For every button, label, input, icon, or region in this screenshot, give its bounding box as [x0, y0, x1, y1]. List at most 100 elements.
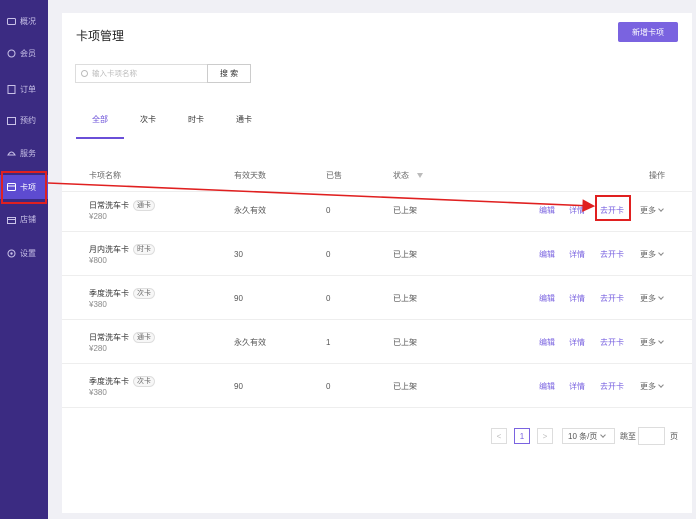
search-icon: [81, 70, 88, 77]
table-row: 月内洗车卡 时卡 ¥800 30 0 已上架 编辑 详情 去开卡 更多: [62, 232, 692, 276]
more-label: 更多: [640, 249, 656, 259]
more-label: 更多: [640, 337, 656, 347]
issue-card-link[interactable]: 去开卡: [600, 232, 624, 276]
chevron-down-icon: [658, 337, 664, 344]
more-label: 更多: [640, 293, 656, 303]
card-name: 日常洗车卡: [89, 200, 129, 210]
card-type-tag: 通卡: [133, 331, 155, 343]
card-name: 季度洗车卡: [89, 288, 129, 298]
page-unit-label: 页: [670, 432, 678, 441]
sidebar-item-label: 订单: [20, 84, 36, 94]
valid-days: 永久有效: [234, 205, 266, 215]
edit-link[interactable]: 编辑: [539, 232, 555, 276]
detail-link[interactable]: 详情: [569, 232, 585, 276]
card-type-tag: 通卡: [133, 199, 155, 211]
sidebar-item-overview[interactable]: 概况: [0, 9, 48, 33]
chevron-down-icon: [658, 381, 664, 388]
valid-days: 90: [234, 381, 243, 391]
card-type-tag: 次卡: [133, 287, 155, 299]
card-name-cell: 季度洗车卡 次卡 ¥380: [89, 276, 155, 320]
card-name: 月内洗车卡: [89, 244, 129, 254]
sidebar-item-label: 设置: [20, 248, 36, 258]
detail-link[interactable]: 详情: [569, 188, 585, 232]
issue-card-link[interactable]: 去开卡: [600, 276, 624, 320]
card-name: 日常洗车卡: [89, 332, 129, 342]
sidebar-item-card[interactable]: 卡项: [0, 175, 48, 199]
status: 已上架: [393, 381, 417, 391]
status: 已上架: [393, 293, 417, 303]
next-page-button[interactable]: >: [537, 428, 553, 444]
more-dropdown[interactable]: 更多: [640, 364, 664, 408]
sidebar-item-reservation[interactable]: 预约: [0, 108, 48, 132]
filter-icon[interactable]: [417, 172, 423, 178]
issue-card-link[interactable]: 去开卡: [600, 188, 624, 232]
valid-days: 30: [234, 249, 243, 259]
sidebar-item-service[interactable]: 服务: [0, 141, 48, 165]
more-dropdown[interactable]: 更多: [640, 232, 664, 276]
card-name-cell: 日常洗车卡 通卡 ¥280: [89, 320, 155, 364]
chevron-down-icon: [600, 431, 607, 438]
sidebar-item-label: 会员: [20, 48, 36, 58]
card-icon: [6, 182, 16, 192]
member-icon: [6, 48, 16, 58]
card-price: ¥280: [89, 343, 107, 353]
detail-link[interactable]: 详情: [569, 364, 585, 408]
tab-general-card[interactable]: 通卡: [236, 114, 252, 125]
sidebar-item-shop[interactable]: 店铺: [0, 207, 48, 231]
sidebar-item-member[interactable]: 会员: [0, 41, 48, 65]
edit-link[interactable]: 编辑: [539, 364, 555, 408]
status: 已上架: [393, 249, 417, 259]
card-price: ¥800: [89, 255, 107, 265]
more-label: 更多: [640, 381, 656, 391]
edit-link[interactable]: 编辑: [539, 188, 555, 232]
shop-icon: [6, 214, 16, 224]
sidebar-item-label: 预约: [20, 115, 36, 125]
tab-all[interactable]: 全部: [92, 114, 108, 125]
detail-link[interactable]: 详情: [569, 320, 585, 364]
more-dropdown[interactable]: 更多: [640, 276, 664, 320]
valid-days: 90: [234, 293, 243, 303]
prev-page-button[interactable]: <: [491, 428, 507, 444]
status: 已上架: [393, 205, 417, 215]
col-status: 状态: [393, 158, 423, 192]
search-button[interactable]: 搜 索: [207, 64, 251, 83]
valid-days: 永久有效: [234, 337, 266, 347]
card-name-cell: 季度洗车卡 次卡 ¥380: [89, 364, 155, 408]
chevron-down-icon: [658, 293, 664, 300]
card-type-tag: 次卡: [133, 375, 155, 387]
chevron-down-icon: [658, 249, 664, 256]
edit-link[interactable]: 编辑: [539, 320, 555, 364]
page-size-select[interactable]: 10 条/页: [562, 428, 615, 444]
col-sold: 已售: [326, 170, 342, 180]
search-input[interactable]: 输入卡项名称: [75, 64, 207, 83]
sold-count: 0: [326, 381, 331, 391]
tab-time-card[interactable]: 时卡: [188, 114, 204, 125]
add-card-button[interactable]: 新增卡项: [618, 22, 678, 42]
more-dropdown[interactable]: 更多: [640, 188, 664, 232]
chevron-down-icon: [658, 205, 664, 212]
issue-card-link[interactable]: 去开卡: [600, 364, 624, 408]
page-number-current[interactable]: 1: [514, 428, 530, 444]
sold-count: 0: [326, 249, 331, 259]
reservation-icon: [6, 115, 16, 125]
goto-page-input[interactable]: [638, 427, 665, 445]
card-price: ¥280: [89, 211, 107, 221]
search-placeholder: 输入卡项名称: [92, 69, 137, 78]
table-row: 季度洗车卡 次卡 ¥380 90 0 已上架 编辑 详情 去开卡 更多: [62, 276, 692, 320]
card-name: 季度洗车卡: [89, 376, 129, 386]
status: 已上架: [393, 337, 417, 347]
col-name: 卡项名称: [89, 170, 121, 180]
col-ops: 操作: [649, 170, 665, 180]
sidebar-item-order[interactable]: 订单: [0, 77, 48, 101]
detail-link[interactable]: 详情: [569, 276, 585, 320]
sidebar-item-label: 卡项: [20, 182, 36, 192]
col-valid-days: 有效天数: [234, 170, 266, 180]
edit-link[interactable]: 编辑: [539, 276, 555, 320]
card-price: ¥380: [89, 299, 107, 309]
tab-count-card[interactable]: 次卡: [140, 114, 156, 125]
sidebar-item-settings[interactable]: 设置: [0, 241, 48, 265]
table-row: 季度洗车卡 次卡 ¥380 90 0 已上架 编辑 详情 去开卡 更多: [62, 364, 692, 408]
table-row: 日常洗车卡 通卡 ¥280 永久有效 1 已上架 编辑 详情 去开卡 更多: [62, 320, 692, 364]
more-dropdown[interactable]: 更多: [640, 320, 664, 364]
issue-card-link[interactable]: 去开卡: [600, 320, 624, 364]
